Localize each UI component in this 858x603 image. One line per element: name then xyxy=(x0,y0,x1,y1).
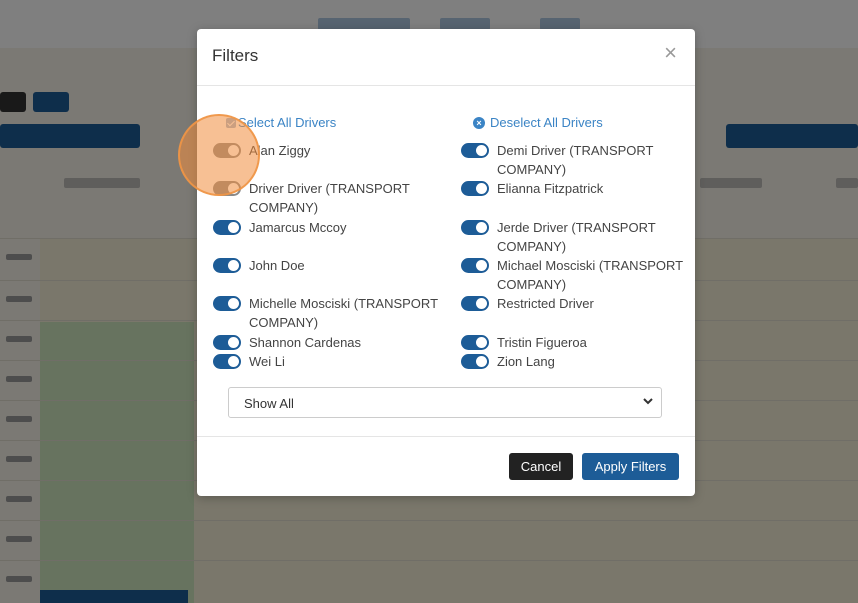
driver-name: Zion Lang xyxy=(497,354,555,369)
driver-name: Restricted Driver xyxy=(497,296,594,311)
driver-toggle[interactable] xyxy=(213,335,241,350)
driver-item[interactable]: Shannon Cardenas xyxy=(213,333,439,352)
driver-item[interactable]: Michael Mosciski (TRANSPORT COMPANY) xyxy=(461,256,687,294)
driver-toggle[interactable] xyxy=(213,258,241,273)
driver-toggle[interactable] xyxy=(461,181,489,196)
driver-item[interactable]: Wei Li xyxy=(213,352,439,371)
driver-name: Michelle Mosciski (TRANSPORT COMPANY) xyxy=(249,296,438,330)
driver-item[interactable]: Michelle Mosciski (TRANSPORT COMPANY) xyxy=(213,294,439,332)
driver-item[interactable]: Demi Driver (TRANSPORT COMPANY) xyxy=(461,141,687,179)
driver-toggle[interactable] xyxy=(461,335,489,350)
driver-name: Elianna Fitzpatrick xyxy=(497,181,604,196)
driver-item[interactable]: Jerde Driver (TRANSPORT COMPANY) xyxy=(461,218,687,256)
driver-name: Demi Driver (TRANSPORT COMPANY) xyxy=(497,143,654,177)
modal-title: Filters xyxy=(212,46,259,65)
driver-toggle[interactable] xyxy=(213,296,241,311)
driver-name: John Doe xyxy=(249,258,305,273)
driver-name: Driver Driver (TRANSPORT COMPANY) xyxy=(249,181,410,215)
driver-name: Jamarcus Mccoy xyxy=(249,220,347,235)
driver-toggle[interactable] xyxy=(461,258,489,273)
driver-name: Michael Mosciski (TRANSPORT COMPANY) xyxy=(497,258,683,292)
driver-name: Jerde Driver (TRANSPORT COMPANY) xyxy=(497,220,656,254)
driver-toggle[interactable] xyxy=(461,220,489,235)
driver-item[interactable]: Jamarcus Mccoy xyxy=(213,218,439,237)
driver-toggle[interactable] xyxy=(461,296,489,311)
cancel-button[interactable]: Cancel xyxy=(509,453,573,480)
deselect-all-drivers-link[interactable]: × Deselect All Drivers xyxy=(473,115,603,130)
driver-item[interactable]: Elianna Fitzpatrick xyxy=(461,179,687,198)
driver-name: Alan Ziggy xyxy=(249,143,311,158)
close-icon[interactable]: × xyxy=(664,42,677,64)
select-all-label: Select All Drivers xyxy=(238,115,337,130)
driver-toggle[interactable] xyxy=(461,354,489,369)
driver-name: Shannon Cardenas xyxy=(249,335,362,350)
driver-toggle[interactable] xyxy=(213,354,241,369)
modal-header: Filters × xyxy=(197,29,695,86)
close-circle-icon: × xyxy=(473,116,485,129)
driver-name: Wei Li xyxy=(249,354,285,369)
deselect-all-label: Deselect All Drivers xyxy=(490,115,603,130)
chevron-down-icon xyxy=(643,398,653,405)
driver-item[interactable]: Zion Lang xyxy=(461,352,687,371)
driver-toggle[interactable] xyxy=(461,143,489,158)
select-value: Show All xyxy=(244,396,294,411)
driver-name: Tristin Figueroa xyxy=(497,335,587,350)
click-highlight-marker xyxy=(178,114,260,196)
driver-item[interactable]: Tristin Figueroa xyxy=(461,333,687,352)
driver-toggle[interactable] xyxy=(213,220,241,235)
driver-item[interactable]: John Doe xyxy=(213,256,439,275)
apply-filters-button[interactable]: Apply Filters xyxy=(582,453,679,480)
show-filter-select[interactable]: Show All xyxy=(228,387,662,418)
driver-item[interactable]: Restricted Driver xyxy=(461,294,687,313)
filters-modal: Filters × Select All Drivers × Deselect … xyxy=(197,29,695,496)
